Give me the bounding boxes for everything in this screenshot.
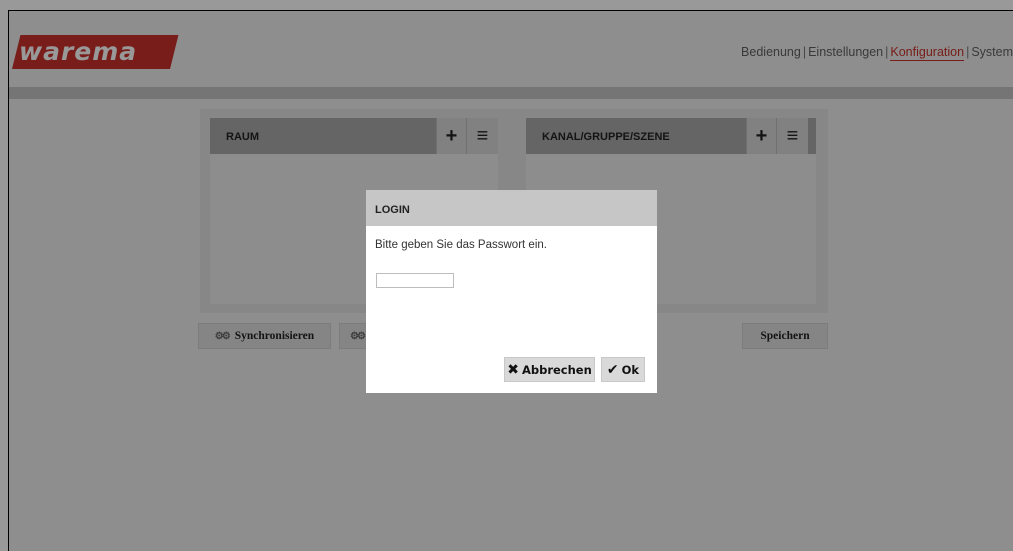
cancel-button[interactable]: ✖ Abbrechen	[504, 357, 595, 382]
ok-label: Ok	[621, 362, 640, 377]
login-dialog-title: LOGIN	[375, 204, 410, 216]
login-dialog-message: Bitte geben Sie das Passwort ein.	[375, 239, 547, 251]
login-dialog-header: LOGIN	[366, 190, 657, 226]
login-dialog: LOGIN Bitte geben Sie das Passwort ein. …	[366, 190, 657, 393]
password-input[interactable]	[376, 273, 454, 288]
ok-button[interactable]: ✔ Ok	[601, 357, 645, 382]
cancel-label: Abbrechen	[521, 362, 592, 377]
close-icon: ✖	[507, 361, 519, 378]
checkmark-icon: ✔	[606, 361, 619, 378]
